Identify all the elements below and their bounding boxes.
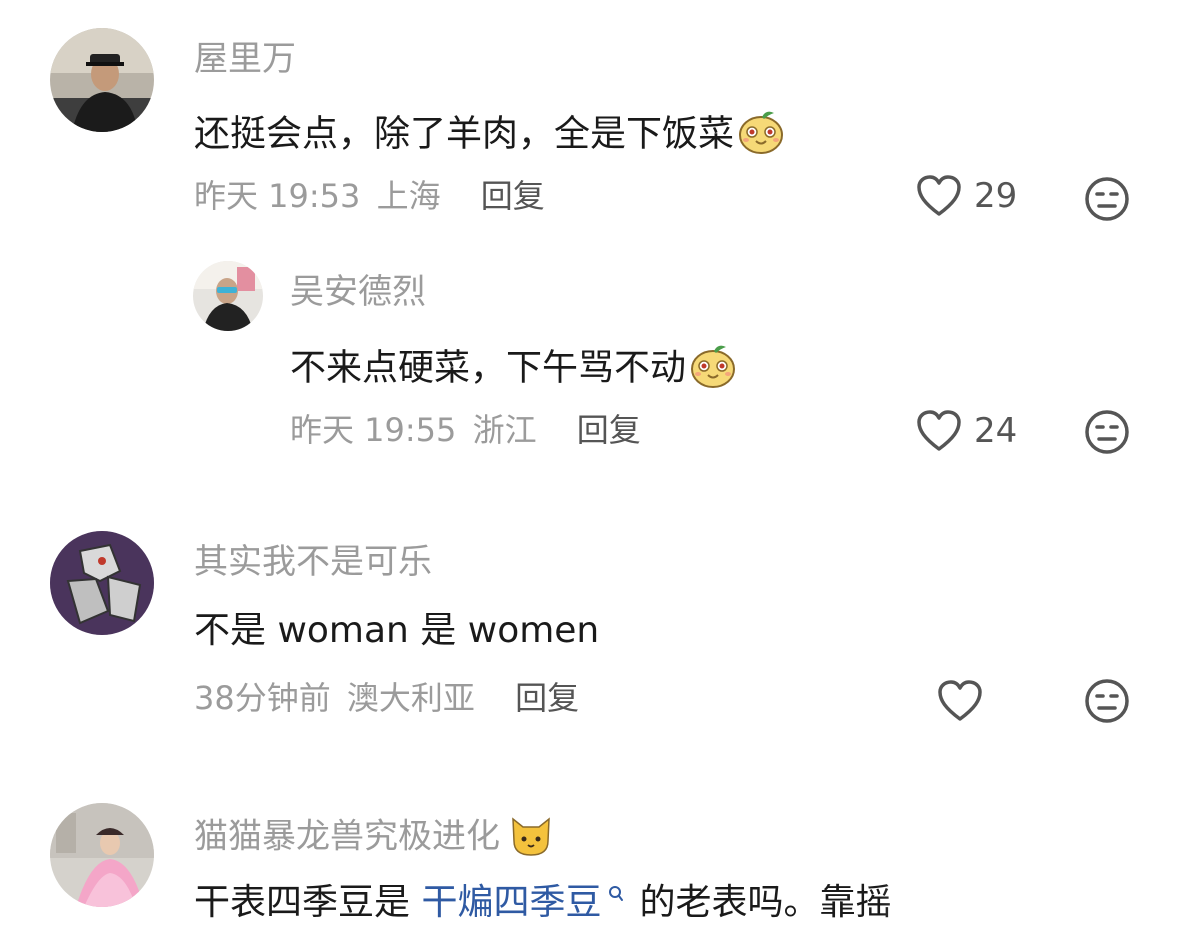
reply-button[interactable]: 回复 bbox=[515, 682, 579, 714]
username[interactable]: 猫猫暴龙兽究极进化 bbox=[194, 813, 554, 863]
comment-text: 不是 woman 是 women bbox=[194, 610, 600, 651]
mango-face-emoji bbox=[736, 109, 786, 162]
comment-text-body: 还挺会点，除了羊肉，全是下饭菜 bbox=[194, 113, 735, 155]
comment-item: 其实我不是可乐 不是 woman 是 women 38分钟前 澳大利亚 回复 bbox=[0, 500, 1179, 770]
location: 浙江 bbox=[472, 411, 537, 449]
comment-text-after: 的老表吗。 bbox=[639, 882, 820, 923]
username[interactable]: 吴安德烈 bbox=[290, 275, 426, 309]
avatar[interactable] bbox=[50, 803, 154, 907]
search-link[interactable]: 干煸四季豆 bbox=[421, 882, 601, 923]
dislike-button[interactable] bbox=[1084, 678, 1130, 728]
timestamp: 昨天 19:55 bbox=[290, 411, 457, 449]
reply-item: 吴安德烈 不来点硬菜，下午骂不动 昨天 19:55 浙江 回复 24 bbox=[0, 240, 1179, 480]
username[interactable]: 其实我不是可乐 bbox=[194, 545, 432, 579]
neutral-face-icon bbox=[1085, 177, 1129, 221]
comment-text: 干表四季豆是 干煸四季豆 的老表吗。靠摇 bbox=[194, 885, 892, 921]
neutral-face-icon bbox=[1085, 410, 1129, 454]
comment-text-body: 不来点硬菜，下午骂不动 bbox=[290, 347, 687, 389]
cat-face-emoji bbox=[508, 813, 554, 863]
heart-outline-icon bbox=[917, 175, 961, 216]
like-button[interactable] bbox=[937, 680, 983, 722]
search-icon[interactable] bbox=[601, 884, 631, 909]
mango-face-emoji bbox=[688, 343, 738, 396]
text-fade bbox=[880, 880, 1159, 943]
comment-item: 猫猫暴龙兽究极进化 干表四季豆是 干煸四季豆 的老表吗。靠摇 bbox=[0, 770, 1179, 943]
reply-button[interactable]: 回复 bbox=[481, 180, 545, 212]
comment-text-before: 干表四季豆是 bbox=[194, 882, 422, 923]
reply-button[interactable]: 回复 bbox=[577, 414, 641, 446]
neutral-face-icon bbox=[1085, 679, 1129, 723]
location: 上海 bbox=[376, 177, 441, 215]
username-text: 猫猫暴龙兽究极进化 bbox=[194, 816, 500, 857]
comment-item: 屋里万 还挺会点，除了羊肉，全是下饭菜 昨天 19:53 上海 回复 29 bbox=[0, 0, 1179, 240]
like-button[interactable]: 24 bbox=[916, 410, 1017, 452]
heart-outline-icon bbox=[917, 410, 961, 451]
dislike-button[interactable] bbox=[1084, 176, 1130, 226]
heart-outline-icon bbox=[938, 680, 982, 721]
avatar[interactable] bbox=[193, 261, 263, 331]
avatar[interactable] bbox=[50, 28, 154, 132]
location: 澳大利亚 bbox=[346, 679, 475, 717]
comment-text: 还挺会点，除了羊肉，全是下饭菜 bbox=[194, 109, 786, 162]
dislike-button[interactable] bbox=[1084, 409, 1130, 459]
comment-meta: 昨天 19:53 上海 回复 bbox=[194, 180, 545, 212]
like-count: 29 bbox=[974, 176, 1018, 216]
avatar[interactable] bbox=[50, 531, 154, 635]
timestamp: 昨天 19:53 bbox=[194, 177, 361, 215]
like-button[interactable]: 29 bbox=[916, 175, 1017, 217]
comment-meta: 38分钟前 澳大利亚 回复 bbox=[194, 682, 579, 714]
timestamp: 38分钟前 bbox=[194, 679, 331, 717]
username[interactable]: 屋里万 bbox=[194, 42, 296, 76]
comment-meta: 昨天 19:55 浙江 回复 bbox=[290, 414, 641, 446]
like-count: 24 bbox=[974, 411, 1018, 451]
comment-text: 不来点硬菜，下午骂不动 bbox=[290, 343, 738, 396]
